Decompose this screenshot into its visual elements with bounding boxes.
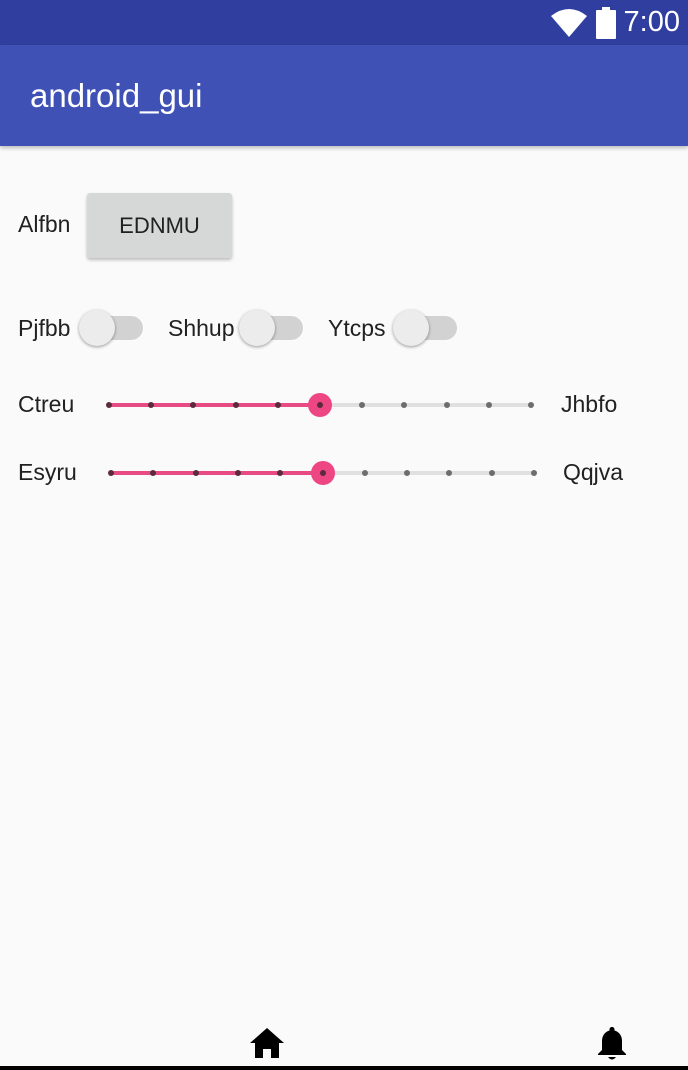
status-bar: 7:00 bbox=[0, 0, 688, 45]
slider-fill bbox=[109, 403, 320, 407]
slider-ctreu-left-label: Ctreu bbox=[18, 391, 75, 417]
slider-ctreu[interactable] bbox=[106, 390, 534, 420]
notifications-icon[interactable] bbox=[596, 1025, 628, 1061]
slider-thumb[interactable] bbox=[308, 393, 332, 417]
switch-label-shhup: Shhup bbox=[168, 315, 235, 341]
slider-tick bbox=[232, 402, 239, 408]
slider-tick bbox=[234, 470, 241, 476]
slider-tick bbox=[106, 402, 112, 408]
slider-tick bbox=[361, 470, 368, 476]
slider-tick bbox=[531, 470, 537, 476]
home-icon[interactable] bbox=[249, 1027, 285, 1059]
slider-tick bbox=[528, 402, 534, 408]
slider-thumb-dot bbox=[317, 402, 323, 408]
battery-icon bbox=[595, 6, 616, 39]
slider-tick bbox=[192, 470, 199, 476]
slider-tick bbox=[274, 402, 281, 408]
slider-tick bbox=[485, 402, 492, 408]
slider-tick bbox=[359, 402, 366, 408]
slider-fill bbox=[111, 471, 323, 475]
slider-esyru-right-label: Qqjva bbox=[563, 459, 624, 485]
slider-esyru[interactable] bbox=[108, 458, 537, 488]
status-time: 7:00 bbox=[623, 6, 680, 38]
slider-ctreu-right-label: Jhbfo bbox=[561, 391, 618, 417]
ednmu-button[interactable]: EDNMU bbox=[87, 193, 232, 258]
switch-label-pjfbb: Pjfbb bbox=[18, 315, 71, 341]
switch-thumb bbox=[393, 310, 429, 346]
app-bar: android_gui bbox=[0, 45, 688, 146]
slider-tick bbox=[148, 402, 155, 408]
wifi-icon bbox=[550, 8, 587, 37]
slider-thumb-dot bbox=[319, 470, 326, 476]
slider-esyru-left-label: Esyru bbox=[18, 459, 77, 485]
status-icons: 7:00 bbox=[550, 0, 680, 45]
switch-thumb bbox=[239, 310, 275, 346]
slider-tick bbox=[404, 470, 411, 476]
app-title: android_gui bbox=[30, 77, 203, 114]
slider-tick bbox=[446, 470, 453, 476]
slider-thumb[interactable] bbox=[310, 461, 335, 485]
slider-tick bbox=[401, 402, 408, 408]
slider-tick bbox=[443, 402, 450, 408]
switch-ytcps[interactable] bbox=[393, 309, 463, 349]
switch-label-ytcps: Ytcps bbox=[328, 315, 386, 341]
bottom-edge bbox=[0, 1066, 688, 1070]
slider-tick bbox=[150, 470, 157, 476]
switch-thumb bbox=[79, 310, 115, 346]
alfbn-label: Alfbn bbox=[18, 211, 71, 237]
switch-shhup[interactable] bbox=[239, 309, 309, 349]
slider-tick bbox=[190, 402, 197, 408]
slider-tick bbox=[108, 470, 114, 476]
slider-tick bbox=[277, 470, 284, 476]
switch-pjfbb[interactable] bbox=[79, 309, 149, 349]
slider-tick bbox=[488, 470, 495, 476]
